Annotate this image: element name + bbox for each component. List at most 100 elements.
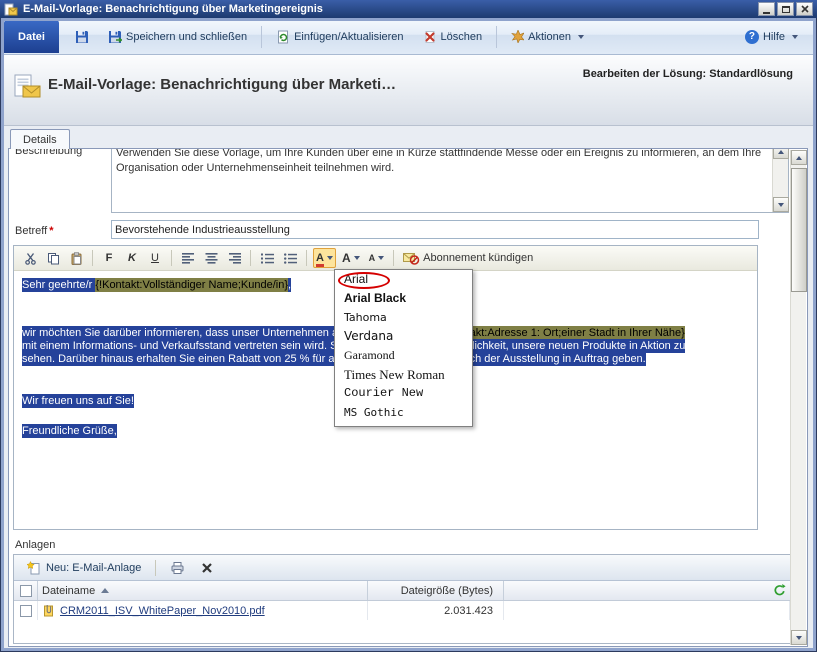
delete-label: Löschen [441, 31, 483, 43]
font-menu-item-garamond[interactable]: Garamond [335, 346, 472, 365]
sort-ascending-icon [101, 588, 109, 593]
maximize-icon [782, 6, 790, 13]
file-tab[interactable]: Datei [4, 20, 59, 53]
form-scrollbar[interactable] [790, 150, 806, 645]
font-menu-item-ms-gothic[interactable]: MS Gothic [335, 403, 472, 422]
unsubscribe-icon [403, 251, 420, 265]
unsubscribe-button[interactable]: Abonnement kündigen [400, 248, 536, 268]
bullet-list-icon [284, 253, 297, 264]
align-center-icon [205, 253, 218, 264]
remove-attachment-button[interactable] [196, 558, 218, 578]
toolbar-separator [306, 250, 307, 266]
chevron-down-icon [578, 35, 584, 39]
close-icon [801, 5, 809, 13]
grow-font-button[interactable]: A [339, 248, 363, 268]
ribbon-buttons: Speichern und schließen Einfügen/Aktuali… [68, 22, 591, 51]
insert-update-label: Einfügen/Aktualisieren [294, 31, 403, 43]
attachments-section-label: Anlagen [15, 539, 55, 551]
font-menu-item-courier-new[interactable]: Courier New [335, 384, 472, 403]
betreff-label: Betreff* [15, 225, 54, 237]
minimize-button[interactable] [758, 2, 775, 16]
beschreibung-scrollbar[interactable] [772, 148, 788, 212]
save-button[interactable] [68, 25, 96, 49]
scroll-up-button[interactable] [773, 148, 789, 159]
font-letter: A [316, 252, 324, 264]
font-name-button[interactable]: A [313, 248, 336, 268]
save-icon [75, 30, 89, 44]
underline-button[interactable]: U [145, 248, 165, 268]
tab-details[interactable]: Details [10, 129, 70, 149]
bullet-list-button[interactable] [280, 248, 300, 268]
betreff-input[interactable] [111, 220, 759, 239]
font-dropdown-menu: Arial Arial Black Tahoma Verdana Garamon… [334, 269, 473, 427]
scroll-up-button[interactable] [791, 150, 807, 165]
font-menu-item-tahoma[interactable]: Tahoma [335, 308, 472, 327]
toolbar-separator [155, 560, 156, 576]
scroll-down-button[interactable] [791, 630, 807, 645]
copy-icon [47, 252, 60, 265]
print-button[interactable] [165, 557, 190, 578]
delete-icon [423, 30, 437, 44]
select-all-cell [14, 581, 38, 600]
numbered-list-button[interactable] [257, 248, 277, 268]
paste-button[interactable] [66, 248, 86, 268]
betreff-label-text: Betreff [15, 225, 47, 237]
bold-button[interactable]: F [99, 248, 119, 268]
page-title: E-Mail-Vorlage: Benachrichtigung über Ma… [48, 76, 396, 93]
arrow-down-icon [778, 203, 784, 207]
scissors-icon [24, 252, 37, 265]
beschreibung-label: Beschreibung [15, 148, 82, 157]
arrow-up-icon [796, 156, 802, 160]
align-right-button[interactable] [224, 248, 244, 268]
font-menu-item-arial-black[interactable]: Arial Black [335, 289, 472, 308]
align-center-button[interactable] [201, 248, 221, 268]
delete-button[interactable]: Löschen [416, 25, 490, 49]
shrink-font-button[interactable]: A [366, 248, 388, 268]
shrink-font-icon: A [369, 253, 376, 263]
ribbon-help: ? Hilfe [738, 22, 805, 51]
actions-button[interactable]: Aktionen [504, 25, 591, 48]
attachment-link[interactable]: CRM2011_ISV_WhitePaper_Nov2010.pdf [60, 605, 265, 617]
paste-icon [70, 252, 83, 265]
window-controls [758, 2, 813, 16]
close-button[interactable] [796, 2, 813, 16]
table-row[interactable]: CRM2011_ISV_WhitePaper_Nov2010.pdf 2.031… [14, 601, 790, 620]
attachment-file-icon [42, 604, 55, 617]
row-checkbox[interactable] [20, 605, 32, 617]
font-name-icon: A [316, 253, 324, 264]
new-attachment-label: Neu: E-Mail-Anlage [46, 562, 141, 574]
insert-update-button[interactable]: Einfügen/Aktualisieren [269, 25, 410, 49]
help-label: Hilfe [763, 31, 785, 43]
help-icon: ? [745, 30, 759, 44]
chevron-down-icon [354, 256, 360, 260]
scroll-down-button[interactable] [773, 197, 789, 212]
new-attachment-button[interactable]: Neu: E-Mail-Anlage [22, 557, 146, 579]
font-menu-item-times-new-roman[interactable]: Times New Roman [335, 365, 472, 384]
copy-button[interactable] [43, 248, 63, 268]
save-and-close-button[interactable]: Speichern und schließen [101, 25, 254, 49]
toolbar-separator [250, 250, 251, 266]
refresh-icon[interactable] [773, 584, 786, 597]
actions-label: Aktionen [528, 31, 571, 43]
column-header-dateigroesse[interactable]: Dateigröße (Bytes) [368, 581, 504, 600]
toolbar-separator [171, 250, 172, 266]
font-menu-item-arial[interactable]: Arial [335, 270, 472, 289]
toolbar-separator [393, 250, 394, 266]
select-all-checkbox[interactable] [20, 585, 32, 597]
row-select-cell [14, 601, 38, 620]
font-menu-item-verdana[interactable]: Verdana [335, 327, 472, 346]
scrollbar-thumb[interactable] [791, 168, 807, 292]
help-button[interactable]: ? Hilfe [738, 25, 805, 49]
cut-button[interactable] [20, 248, 40, 268]
column-header-dateiname[interactable]: Dateiname [38, 581, 368, 600]
italic-button[interactable]: K [122, 248, 142, 268]
column-header-label: Dateigröße (Bytes) [401, 585, 493, 597]
maximize-button[interactable] [777, 2, 794, 16]
attachments-toolbar: Neu: E-Mail-Anlage [14, 555, 790, 581]
beschreibung-textarea[interactable]: Verwenden Sie diese Vorlage, um Ihre Kun… [111, 148, 789, 213]
crm-window: E-Mail-Vorlage: Benachrichtigung über Ma… [0, 0, 817, 652]
field-token-name: {!Kontakt:Vollständiger Name;Kunde/in} [95, 278, 288, 292]
align-left-button[interactable] [178, 248, 198, 268]
align-right-icon [228, 253, 241, 264]
numbered-list-icon [261, 253, 274, 264]
